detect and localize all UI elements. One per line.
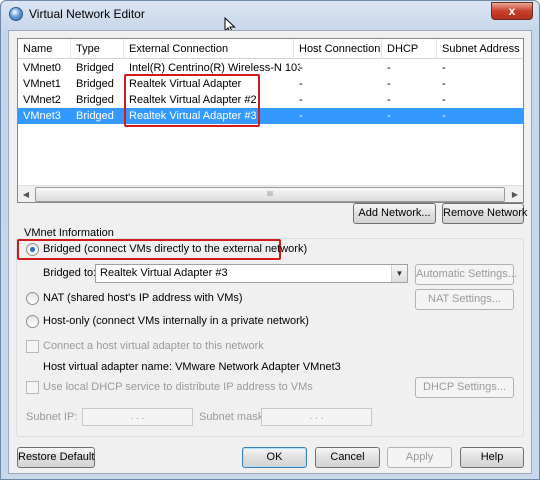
cell-type: Bridged (76, 78, 114, 90)
virtual-network-editor-window: Virtual Network Editor x Name Type Exter… (0, 0, 540, 480)
cell-host: - (299, 62, 303, 74)
cell-name: VMnet2 (23, 94, 61, 106)
cell-host: - (299, 78, 303, 90)
automatic-settings-button[interactable]: Automatic Settings... (415, 264, 517, 285)
column-header-dhcp[interactable]: DHCP (382, 39, 437, 59)
use-dhcp-checkbox[interactable] (26, 381, 39, 394)
cell-host: - (299, 94, 303, 106)
horizontal-scrollbar[interactable]: ◀ III ▶ (18, 185, 523, 202)
cell-name: VMnet3 (23, 110, 61, 122)
cell-dhcp: - (387, 62, 391, 74)
scroll-left-icon[interactable]: ◀ (18, 187, 34, 202)
chevron-down-icon[interactable]: ▼ (391, 265, 407, 282)
cell-type: Bridged (76, 110, 114, 122)
table-row-vmnet3[interactable]: VMnet3 Bridged Realtek Virtual Adapter #… (18, 108, 523, 124)
vmnet-information-label: VMnet Information (22, 227, 116, 239)
column-header-host-connection[interactable]: Host Connection (294, 39, 382, 59)
subnet-mask-label: Subnet mask: (199, 411, 267, 423)
apply-button[interactable]: Apply (387, 447, 452, 468)
subnet-mask-input[interactable]: . . . (261, 408, 372, 426)
restore-default-button[interactable]: Restore Default (17, 447, 95, 468)
subnet-ip-input[interactable]: . . . (82, 408, 193, 426)
dialog-client-area: Name Type External Connection Host Conne… (8, 30, 532, 474)
ok-button[interactable]: OK (242, 447, 307, 468)
cell-subnet: - (442, 62, 446, 74)
column-header-subnet-address[interactable]: Subnet Address (437, 39, 523, 59)
connect-host-adapter-label[interactable]: Connect a host virtual adapter to this n… (43, 340, 264, 352)
table-row-vmnet1[interactable]: VMnet1 Bridged Realtek Virtual Adapter -… (18, 76, 523, 92)
scroll-thumb[interactable]: III (35, 187, 505, 202)
bridged-to-dropdown[interactable]: Realtek Virtual Adapter #3 ▼ (95, 264, 408, 283)
cell-type: Bridged (76, 62, 114, 74)
bridged-to-value: Realtek Virtual Adapter #3 (100, 267, 228, 279)
host-only-label[interactable]: Host-only (connect VMs internally in a p… (43, 315, 309, 327)
nat-label[interactable]: NAT (shared host's IP address with VMs) (43, 292, 243, 304)
subnet-ip-label: Subnet IP: (26, 411, 78, 423)
cell-dhcp: - (387, 94, 391, 106)
cell-type: Bridged (76, 94, 114, 106)
cell-name: VMnet1 (23, 78, 61, 90)
cell-dhcp: - (387, 110, 391, 122)
column-header-external-connection[interactable]: External Connection (124, 39, 294, 59)
host-adapter-name-label: Host virtual adapter name: VMware Networ… (43, 361, 341, 373)
host-only-radio[interactable] (26, 315, 39, 328)
list-header: Name Type External Connection Host Conne… (18, 39, 523, 59)
remove-network-button[interactable]: Remove Network (442, 203, 527, 224)
connect-host-adapter-checkbox[interactable] (26, 340, 39, 353)
table-row-vmnet0[interactable]: VMnet0 Bridged Intel(R) Centrino(R) Wire… (18, 60, 523, 76)
scroll-right-icon[interactable]: ▶ (507, 187, 523, 202)
column-header-type[interactable]: Type (71, 39, 124, 59)
use-dhcp-label[interactable]: Use local DHCP service to distribute IP … (43, 381, 313, 393)
cell-name: VMnet0 (23, 62, 61, 74)
bridged-to-label: Bridged to: (43, 267, 97, 279)
cell-dhcp: - (387, 78, 391, 90)
table-row-vmnet2[interactable]: VMnet2 Bridged Realtek Virtual Adapter #… (18, 92, 523, 108)
annotation-highlight-box (124, 74, 260, 127)
bridged-label[interactable]: Bridged (connect VMs directly to the ext… (43, 243, 307, 255)
cell-subnet: - (442, 94, 446, 106)
dhcp-settings-button[interactable]: DHCP Settings... (415, 377, 514, 398)
cell-subnet: - (442, 78, 446, 90)
help-button[interactable]: Help (460, 447, 524, 468)
window-title: Virtual Network Editor (29, 7, 145, 21)
vmware-network-icon (9, 7, 23, 21)
title-bar[interactable]: Virtual Network Editor x (1, 1, 539, 29)
close-button[interactable]: x (491, 2, 533, 20)
column-header-name[interactable]: Name (18, 39, 71, 59)
cancel-button[interactable]: Cancel (315, 447, 380, 468)
nat-radio[interactable] (26, 292, 39, 305)
nat-settings-button[interactable]: NAT Settings... (415, 289, 514, 310)
vmnet-list[interactable]: Name Type External Connection Host Conne… (17, 38, 524, 203)
cell-subnet: - (442, 110, 446, 122)
cell-host: - (299, 110, 303, 122)
add-network-button[interactable]: Add Network... (353, 203, 436, 224)
bridged-radio[interactable] (26, 243, 39, 256)
